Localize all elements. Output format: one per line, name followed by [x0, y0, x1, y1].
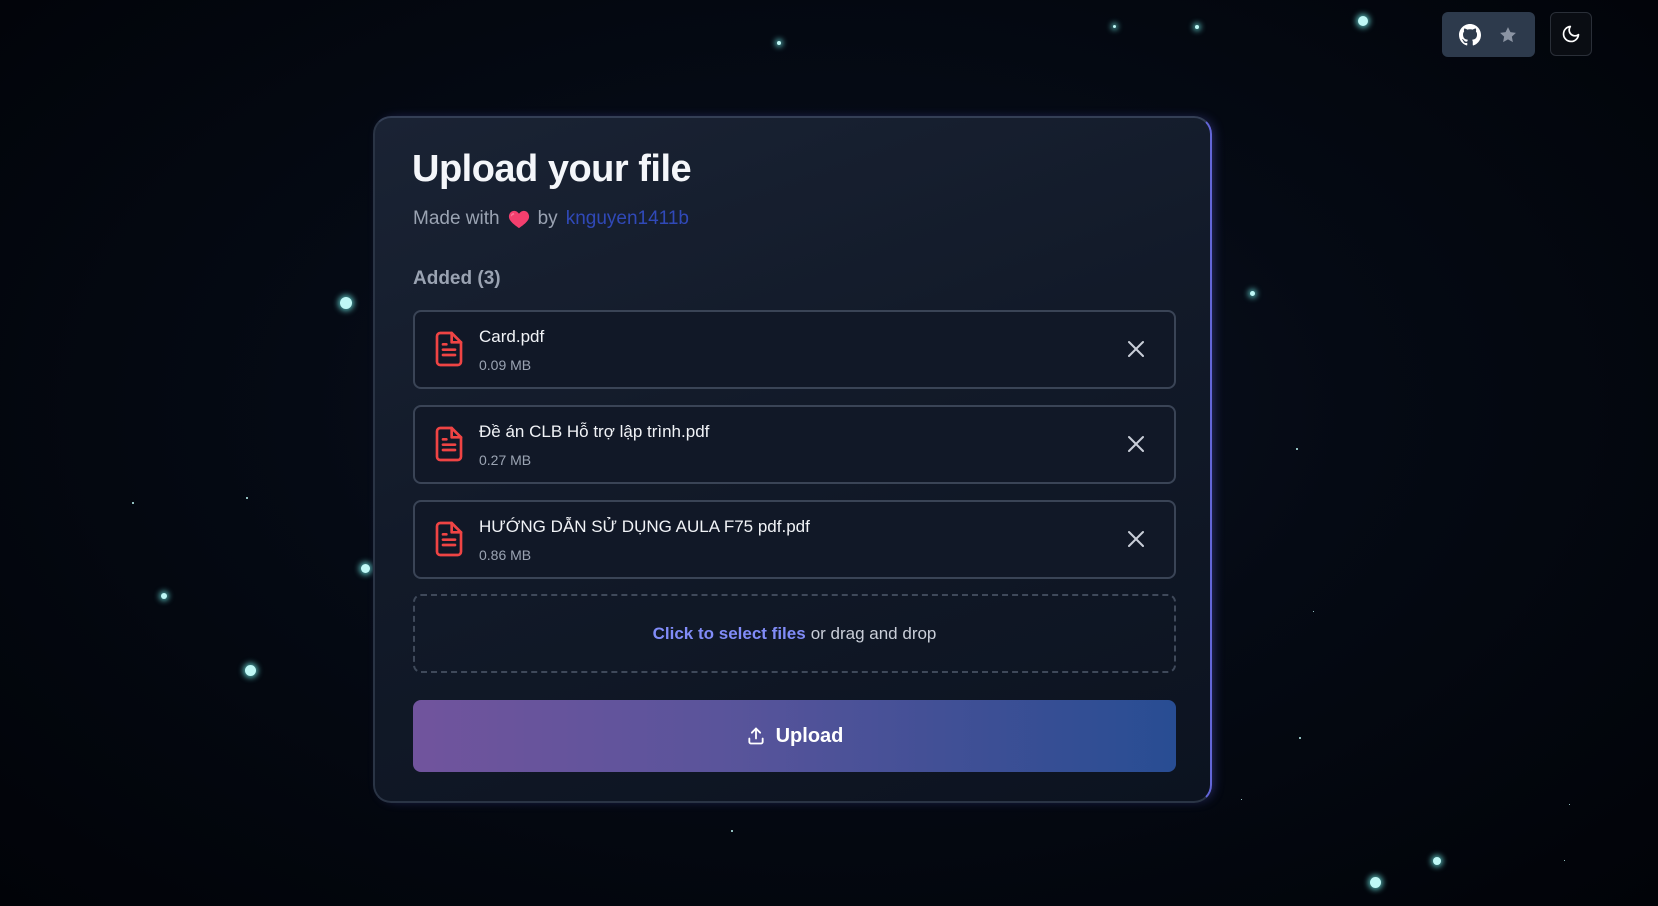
github-star-button[interactable]: [1442, 12, 1535, 57]
page-title: Upload your file: [412, 148, 692, 190]
made-with-text: Made with: [413, 208, 500, 229]
star: [1569, 804, 1570, 805]
file-name: Card.pdf: [479, 327, 545, 346]
by-text: by: [537, 208, 558, 229]
file-size: 0.09 MB: [479, 357, 532, 373]
star: [731, 830, 733, 832]
star: [1250, 291, 1255, 296]
close-icon: [1128, 436, 1144, 452]
file-size: 0.86 MB: [479, 547, 532, 563]
star: [1296, 448, 1298, 450]
file-text-icon: [433, 521, 465, 562]
star: [1241, 799, 1242, 800]
star: [1195, 25, 1199, 29]
star: [1564, 860, 1565, 861]
star: [361, 564, 370, 573]
remove-file-button[interactable]: [1124, 337, 1148, 361]
close-icon: [1128, 531, 1144, 547]
file-name: Đề án CLB Hỗ trợ lập trình.pdf: [479, 422, 710, 441]
file-text-icon: [433, 426, 465, 467]
added-files-heading: Added (3): [413, 268, 501, 289]
drag-drop-text: or drag and drop: [810, 623, 937, 643]
theme-toggle-button[interactable]: [1550, 12, 1592, 56]
upload-button[interactable]: Upload: [413, 700, 1176, 772]
upload-button-label: Upload: [775, 724, 844, 747]
select-files-link[interactable]: Click to select files: [653, 624, 806, 644]
remove-file-button[interactable]: [1124, 432, 1148, 456]
star: [1370, 877, 1381, 888]
file-text-icon: [433, 331, 465, 372]
file-item: Card.pdf 0.09 MB: [413, 310, 1176, 389]
file-item: Đề án CLB Hỗ trợ lập trình.pdf 0.27 MB: [413, 405, 1176, 484]
star-icon: [1498, 25, 1518, 45]
star: [246, 497, 248, 499]
file-name: HƯỚNG DẪN SỬ DỤNG AULA F75 pdf.pdf: [479, 517, 810, 536]
github-icon: [1459, 23, 1481, 46]
star: [1299, 737, 1301, 739]
star: [1313, 611, 1314, 612]
star: [161, 593, 167, 599]
file-item: HƯỚNG DẪN SỬ DỤNG AULA F75 pdf.pdf 0.86 …: [413, 500, 1176, 579]
heart-icon: [508, 209, 530, 229]
author-link[interactable]: knguyen1411b: [566, 208, 689, 230]
upload-card: Upload your file Made with by knguyen141…: [373, 116, 1212, 803]
close-icon: [1128, 341, 1144, 357]
star: [777, 41, 781, 45]
star: [245, 665, 256, 676]
remove-file-button[interactable]: [1124, 527, 1148, 551]
star: [132, 502, 134, 504]
star: [1358, 16, 1368, 26]
file-size: 0.27 MB: [479, 452, 532, 468]
star: [340, 297, 352, 309]
star: [1113, 25, 1116, 28]
star: [1433, 857, 1441, 865]
file-dropzone[interactable]: Click to select files or drag and drop: [413, 594, 1176, 673]
upload-icon: [746, 726, 766, 746]
moon-icon: [1561, 24, 1581, 44]
file-list: Card.pdf 0.09 MB Đề án CLB Hỗ trợ lập tr…: [413, 310, 1176, 595]
subtitle: Made with by knguyen1411b: [413, 208, 689, 230]
page-background: Upload your file Made with by knguyen141…: [0, 0, 1658, 906]
